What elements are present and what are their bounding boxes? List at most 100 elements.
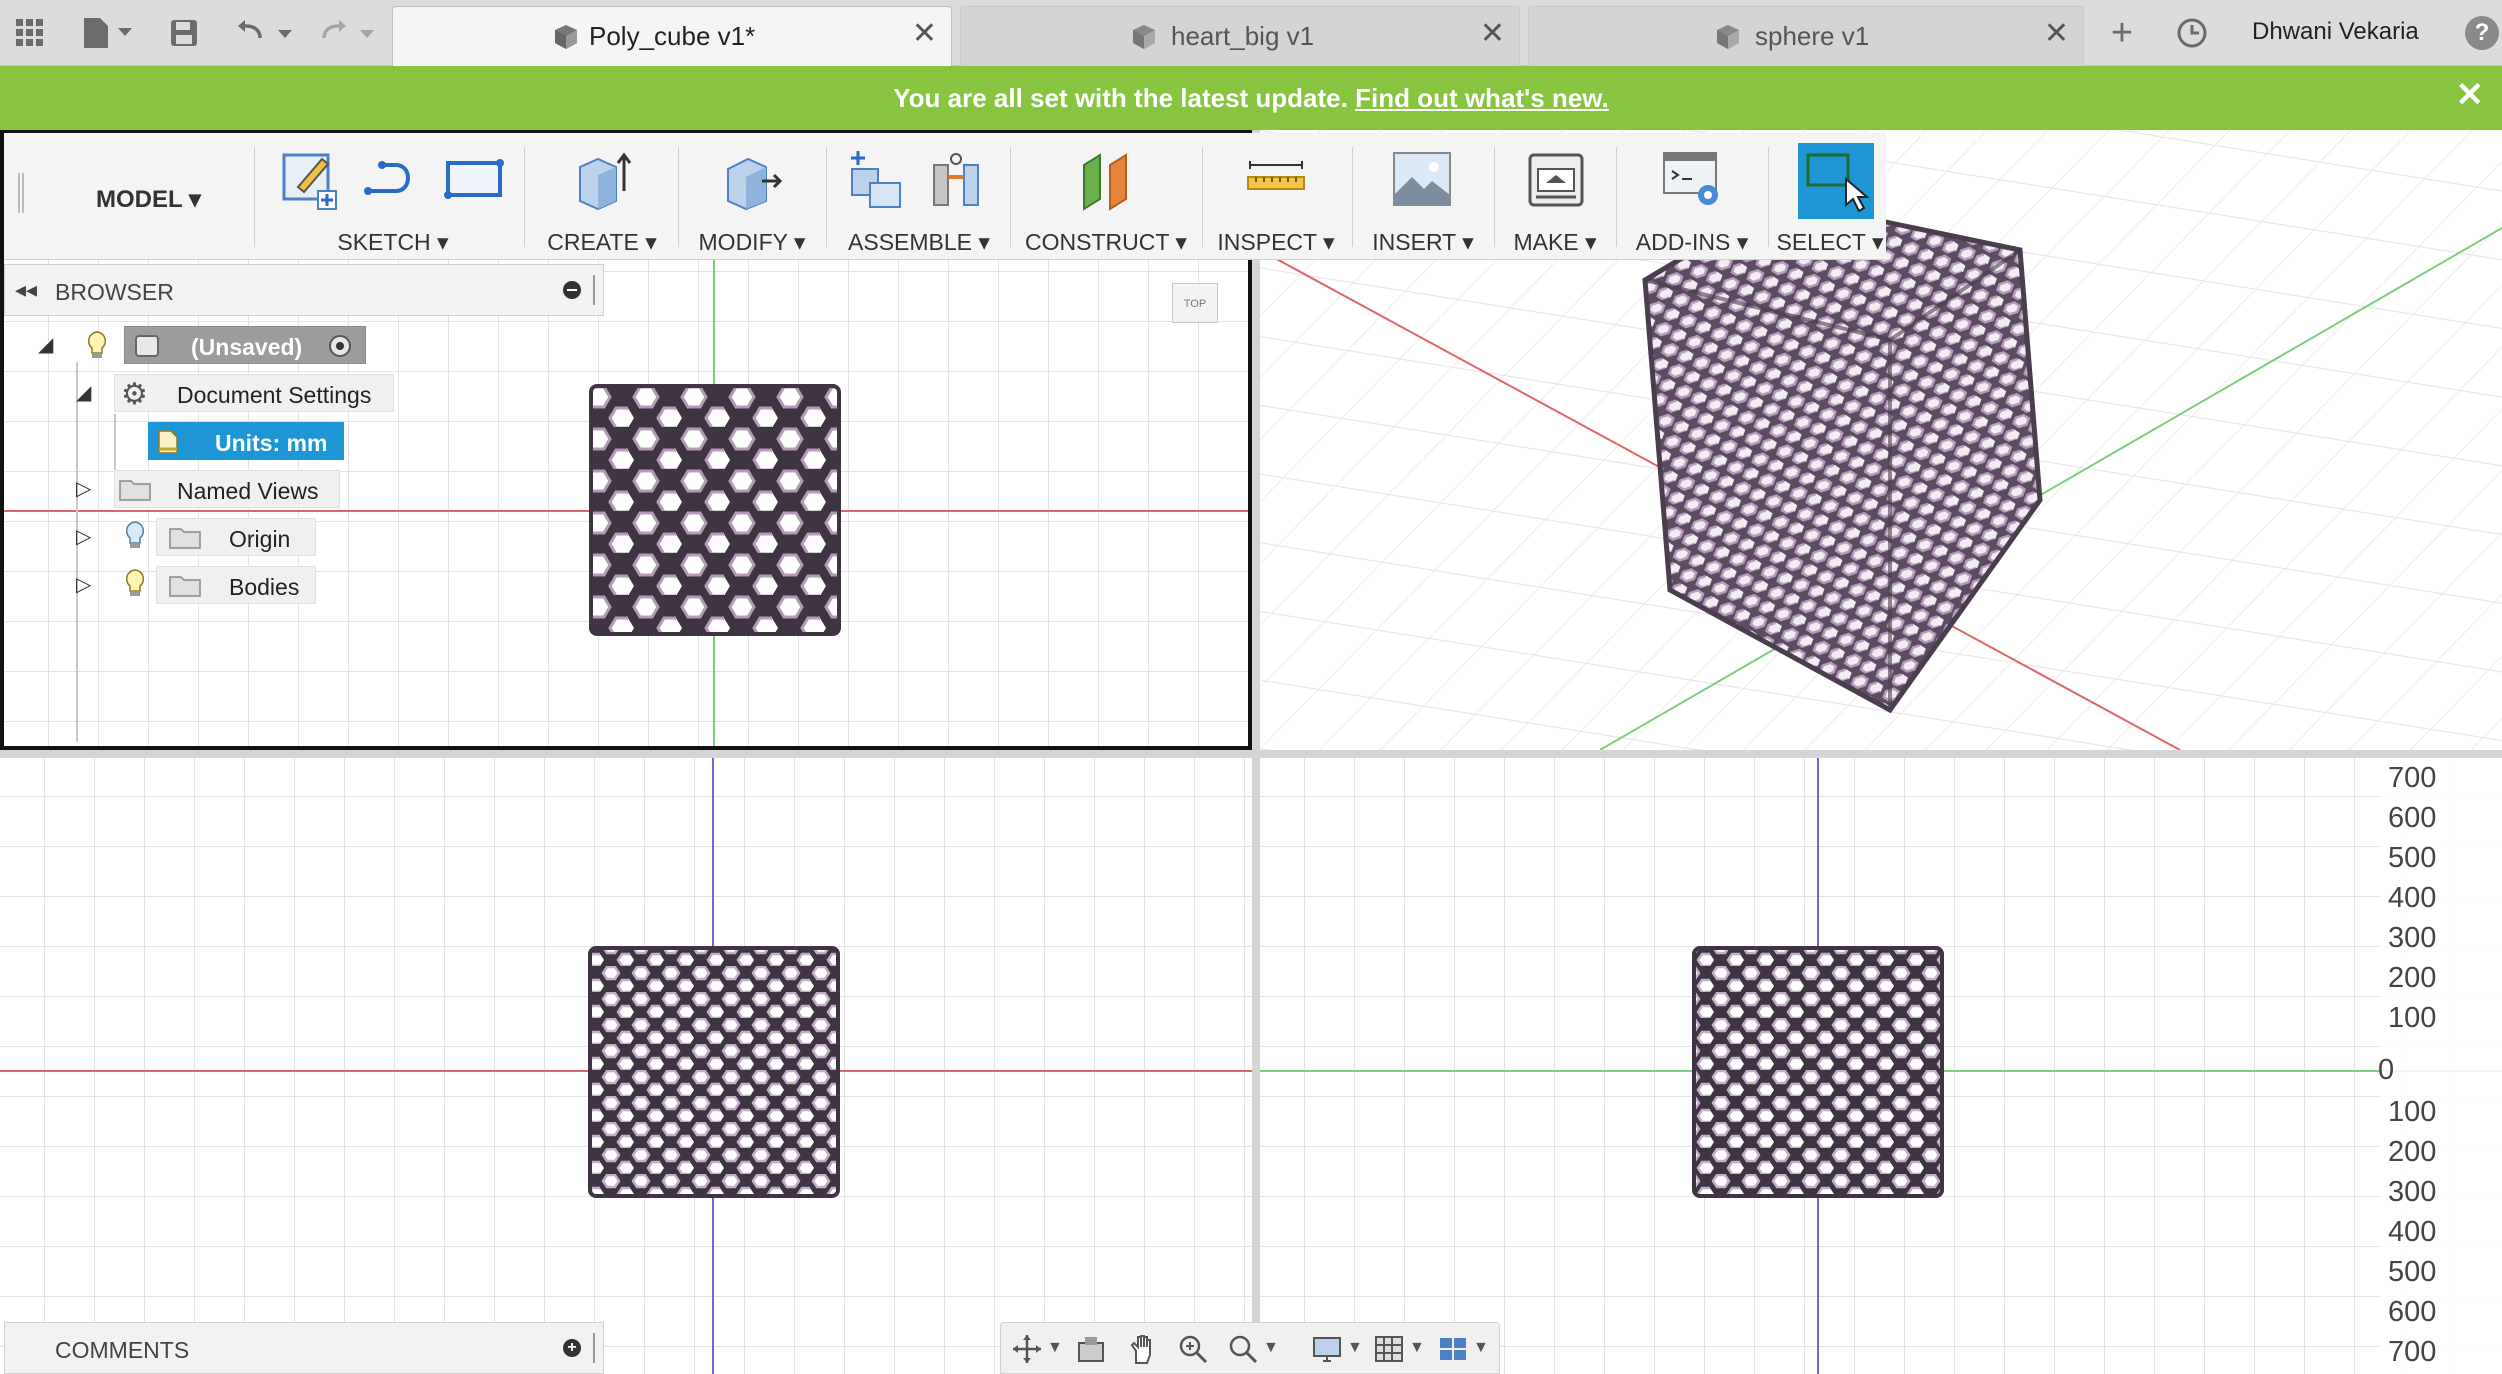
sketch-menu[interactable]: SKETCH ▾ — [270, 229, 516, 256]
measure-icon[interactable] — [1244, 147, 1308, 211]
orbit-dropdown-icon[interactable]: ▼ — [1047, 1339, 1063, 1357]
tree-item-units[interactable]: Units: mm — [148, 422, 344, 460]
lattice-cube-front-view[interactable] — [588, 946, 840, 1198]
look-at-icon[interactable] — [1075, 1333, 1107, 1365]
new-component-icon[interactable] — [844, 147, 908, 211]
tree-item-root[interactable]: (Unsaved) — [124, 326, 366, 364]
construct-label: CONSTRUCT — [1025, 229, 1170, 255]
close-tab-icon[interactable]: ✕ — [912, 19, 937, 49]
display-settings-icon[interactable] — [1311, 1333, 1343, 1365]
grid-dropdown-icon[interactable]: ▼ — [1409, 1339, 1425, 1357]
zoom-dropdown-icon[interactable]: ▼ — [1263, 1339, 1279, 1357]
workspace-label: MODEL — [96, 186, 183, 213]
modify-menu[interactable]: MODIFY ▾ — [684, 229, 820, 256]
ruler-label: 500 — [2388, 1256, 2437, 1288]
construct-group: CONSTRUCT ▾ — [1016, 133, 1196, 260]
close-tab-icon[interactable]: ✕ — [2044, 19, 2069, 49]
3d-print-icon[interactable] — [1524, 147, 1588, 211]
viewport-front[interactable] — [0, 758, 1252, 1374]
select-menu[interactable]: SELECT ▾ — [1774, 229, 1886, 256]
activate-radio-icon[interactable] — [329, 335, 351, 357]
toolbar-grip[interactable] — [18, 173, 24, 213]
create-menu[interactable]: CREATE ▾ — [532, 229, 672, 256]
collapse-arrow-icon[interactable]: ◢ — [76, 380, 91, 405]
viewport-right[interactable]: 700 600 500 400 300 200 100 0 100 200 30… — [1260, 758, 2502, 1374]
lattice-cube-top-view[interactable] — [589, 384, 841, 636]
viewports-dropdown-icon[interactable]: ▼ — [1473, 1339, 1489, 1357]
browser-panel-header: ◂◂ BROWSER — [4, 264, 604, 316]
insert-image-icon[interactable] — [1390, 147, 1454, 211]
component-cube-icon — [555, 25, 577, 49]
orbit-icon[interactable] — [1011, 1333, 1043, 1365]
construct-menu[interactable]: CONSTRUCT ▾ — [1016, 229, 1196, 256]
select-tool-icon[interactable] — [1798, 143, 1874, 219]
visibility-bulb-icon[interactable] — [124, 520, 146, 550]
file-menu-icon[interactable] — [78, 14, 138, 52]
apps-grid-icon[interactable] — [12, 14, 48, 52]
new-tab-plus-icon[interactable]: + — [2102, 12, 2142, 54]
make-group: MAKE ▾ — [1500, 133, 1610, 260]
tab-sphere[interactable]: sphere v1 ✕ — [1528, 6, 2084, 66]
viewport-splitter-vertical[interactable] — [1252, 130, 1260, 1374]
inspect-menu[interactable]: INSPECT ▾ — [1206, 229, 1346, 256]
tree-item-bodies[interactable]: Bodies — [156, 566, 316, 604]
ruler-label: 300 — [2388, 922, 2437, 954]
user-account-name[interactable]: Dhwani Vekaria — [2252, 18, 2419, 46]
expand-arrow-icon[interactable]: ▷ — [76, 572, 91, 597]
close-tab-icon[interactable]: ✕ — [1480, 19, 1505, 49]
help-icon[interactable]: ? — [2465, 16, 2499, 50]
add-comment-icon[interactable]: + — [563, 1339, 581, 1357]
collapse-browser-icon[interactable]: ◂◂ — [15, 277, 37, 303]
tab-heart-big[interactable]: heart_big v1 ✕ — [960, 6, 1520, 66]
make-menu[interactable]: MAKE ▾ — [1500, 229, 1610, 256]
collapse-arrow-icon[interactable]: ◢ — [38, 332, 53, 357]
tab-poly-cube[interactable]: Poly_cube v1* ✕ — [392, 6, 952, 66]
extrude-icon[interactable] — [570, 147, 634, 211]
ruler-label: 700 — [2388, 762, 2437, 794]
tree-item-document-settings[interactable]: ⚙ Document Settings — [114, 374, 394, 412]
viewports-icon[interactable] — [1437, 1333, 1469, 1365]
browser-minimize-icon[interactable] — [563, 281, 581, 299]
component-cube-icon — [1717, 25, 1739, 49]
browser-resize-handle[interactable] — [593, 275, 597, 305]
tree-item-named-views[interactable]: Named Views — [114, 470, 340, 508]
ruler-label: 600 — [2388, 802, 2437, 834]
scripts-add-ins-icon[interactable] — [1660, 147, 1724, 211]
job-status-clock-icon[interactable] — [2172, 14, 2212, 52]
insert-menu[interactable]: INSERT ▾ — [1358, 229, 1488, 256]
tab-bar: Poly_cube v1* ✕ heart_big v1 ✕ sphere v1… — [0, 0, 2502, 66]
expand-arrow-icon[interactable]: ▷ — [76, 524, 91, 549]
pan-hand-icon[interactable] — [1127, 1333, 1159, 1365]
offset-plane-icon[interactable] — [1074, 147, 1138, 211]
add-ins-menu[interactable]: ADD-INS ▾ — [1622, 229, 1762, 256]
rectangle-tool-icon[interactable] — [442, 147, 506, 211]
browser-title: BROWSER — [55, 279, 174, 305]
lattice-cube-right-view[interactable] — [1692, 946, 1944, 1198]
ruler-label: 200 — [2388, 1136, 2437, 1168]
expand-arrow-icon[interactable]: ▷ — [76, 476, 91, 501]
fit-zoom-icon[interactable] — [1227, 1333, 1259, 1365]
display-dropdown-icon[interactable]: ▼ — [1347, 1339, 1363, 1357]
workspace-dropdown[interactable]: MODEL ▾ — [96, 185, 201, 214]
inspect-group: INSPECT ▾ — [1206, 133, 1346, 260]
create-sketch-icon[interactable] — [278, 147, 342, 211]
assemble-menu[interactable]: ASSEMBLE ▾ — [834, 229, 1004, 256]
undo-icon[interactable] — [234, 14, 298, 52]
viewcube[interactable]: TOP — [1172, 283, 1218, 323]
redo-icon[interactable] — [316, 14, 380, 52]
viewport-splitter-horizontal[interactable] — [0, 750, 2502, 758]
tree-item-origin[interactable]: Origin — [156, 518, 316, 556]
visibility-bulb-icon[interactable] — [124, 568, 146, 598]
press-pull-icon[interactable] — [720, 147, 784, 211]
grid-settings-icon[interactable] — [1373, 1333, 1405, 1365]
close-banner-icon[interactable]: ✕ — [2456, 78, 2485, 112]
line-tool-icon[interactable] — [360, 147, 424, 211]
joint-icon[interactable] — [924, 147, 988, 211]
select-label: SELECT — [1776, 229, 1866, 255]
tree-label: Units: mm — [215, 430, 328, 456]
zoom-icon[interactable] — [1177, 1333, 1209, 1365]
whats-new-link[interactable]: Find out what's new. — [1355, 83, 1609, 113]
comments-resize-handle[interactable] — [593, 1333, 597, 1363]
visibility-bulb-icon[interactable] — [86, 330, 108, 360]
save-icon[interactable] — [166, 14, 202, 52]
